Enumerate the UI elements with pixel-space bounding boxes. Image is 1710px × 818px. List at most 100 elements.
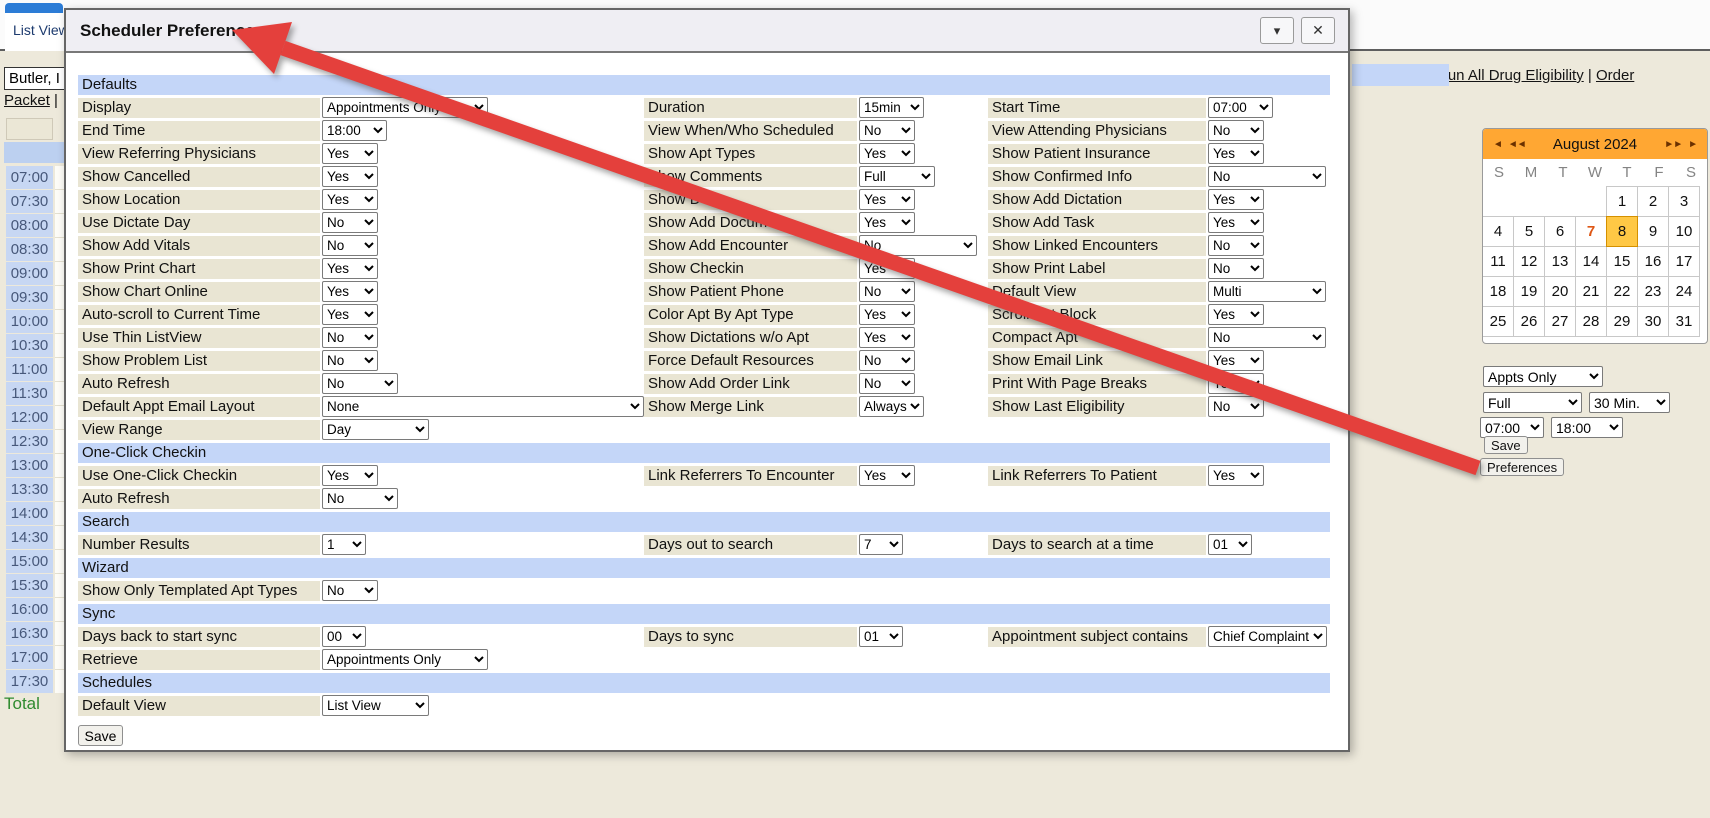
calendar-day-2[interactable]: 2 <box>1637 186 1669 217</box>
show-add-vitals-select[interactable]: No <box>322 235 378 256</box>
calendar-day-23[interactable]: 23 <box>1637 276 1669 307</box>
end-time-select[interactable]: 18:00 <box>1551 417 1623 438</box>
calendar-next-fast-icon[interactable]: ►► <box>1661 139 1685 150</box>
start-time-select[interactable]: 07:00 <box>1208 97 1273 118</box>
show-print-label-select[interactable]: No <box>1208 258 1264 279</box>
calendar-day-5[interactable]: 5 <box>1513 216 1545 247</box>
calendar-day-1[interactable]: 1 <box>1606 186 1638 217</box>
panel-save-button[interactable]: Save <box>1484 436 1528 454</box>
display-mode-select[interactable]: Full <box>1483 392 1582 413</box>
default-appt-email-layout-select[interactable]: None <box>322 396 644 417</box>
show-patient-insurance-select[interactable]: Yes <box>1208 143 1264 164</box>
show-dictations-w-o-apt-select[interactable]: Yes <box>859 327 915 348</box>
appointment-subject-contains-select[interactable]: Chief Complaint <box>1208 626 1327 647</box>
view-attending-physicians-select[interactable]: No <box>1208 120 1264 141</box>
calendar-day-18[interactable]: 18 <box>1482 276 1514 307</box>
calendar-day-3[interactable]: 3 <box>1668 186 1700 217</box>
show-last-eligibility-select[interactable]: No <box>1208 396 1264 417</box>
show-patient-phone-select[interactable]: No <box>859 281 915 302</box>
days-to-search-at-a-time-select[interactable]: 01 <box>1208 534 1252 555</box>
calendar-day-30[interactable]: 30 <box>1637 306 1669 337</box>
collapse-chevron-icon[interactable]: ▾ <box>1260 17 1294 44</box>
show-add-dictation-select[interactable]: Yes <box>1208 189 1264 210</box>
calendar-day-7[interactable]: 7 <box>1575 216 1607 247</box>
show-confirmed-info-select[interactable]: No <box>1208 166 1326 187</box>
packet-link[interactable]: Packet <box>4 92 50 109</box>
days-to-sync-select[interactable]: 01 <box>859 626 903 647</box>
calendar-prev-icon[interactable]: ◄ <box>1490 139 1505 150</box>
start-time-select[interactable]: 07:00 <box>1480 417 1544 438</box>
print-with-page-breaks-select[interactable]: Yes <box>1208 373 1264 394</box>
calendar-day-31[interactable]: 31 <box>1668 306 1700 337</box>
calendar-day-4[interactable]: 4 <box>1482 216 1514 247</box>
calendar-day-27[interactable]: 27 <box>1544 306 1576 337</box>
show-merge-link-select[interactable]: Always <box>859 396 924 417</box>
calendar-day-16[interactable]: 16 <box>1637 246 1669 277</box>
calendar-day-14[interactable]: 14 <box>1575 246 1607 277</box>
preferences-button[interactable]: Preferences <box>1480 458 1564 476</box>
run-all-drug-eligibility-link[interactable]: Run All Drug Eligibility <box>1437 67 1584 84</box>
calendar-day-20[interactable]: 20 <box>1544 276 1576 307</box>
show-only-templated-apt-types-select[interactable]: No <box>322 580 378 601</box>
days-back-to-start-sync-select[interactable]: 00 <box>322 626 366 647</box>
show-print-chart-select[interactable]: Yes <box>322 258 378 279</box>
default-view-select[interactable]: Multi <box>1208 281 1326 302</box>
end-time-select[interactable]: 18:00 <box>322 120 387 141</box>
calendar-day-29[interactable]: 29 <box>1606 306 1638 337</box>
calendar-day-10[interactable]: 10 <box>1668 216 1700 247</box>
display-select[interactable]: Appointments Only <box>322 97 488 118</box>
use-thin-listview-select[interactable]: No <box>322 327 378 348</box>
auto-refresh-select[interactable]: No <box>322 373 398 394</box>
show-apt-types-select[interactable]: Yes <box>859 143 915 164</box>
show-dob-select[interactable]: Yes <box>859 189 915 210</box>
calendar-day-17[interactable]: 17 <box>1668 246 1700 277</box>
calendar-day-13[interactable]: 13 <box>1544 246 1576 277</box>
appts-filter-select[interactable]: Appts Only <box>1483 366 1603 387</box>
calendar-day-8[interactable]: 8 <box>1606 216 1638 247</box>
interval-select[interactable]: 30 Min. <box>1589 392 1670 413</box>
calendar-day-19[interactable]: 19 <box>1513 276 1545 307</box>
auto-scroll-to-current-time-select[interactable]: Yes <box>322 304 378 325</box>
use-dictate-day-select[interactable]: No <box>322 212 378 233</box>
dialog-save-button[interactable]: Save <box>78 725 123 746</box>
link-referrers-to-patient-select[interactable]: Yes <box>1208 465 1264 486</box>
days-out-to-search-select[interactable]: 7 <box>859 534 903 555</box>
calendar-day-28[interactable]: 28 <box>1575 306 1607 337</box>
order-link[interactable]: Order <box>1596 67 1634 84</box>
duration-select[interactable]: 15min <box>859 97 924 118</box>
calendar-day-12[interactable]: 12 <box>1513 246 1545 277</box>
view-when-who-scheduled-select[interactable]: No <box>859 120 915 141</box>
calendar-day-25[interactable]: 25 <box>1482 306 1514 337</box>
calendar-day-9[interactable]: 9 <box>1637 216 1669 247</box>
show-comments-select[interactable]: Full <box>859 166 935 187</box>
show-add-document-select[interactable]: Yes <box>859 212 915 233</box>
auto-refresh-select[interactable]: No <box>322 488 398 509</box>
calendar-day-15[interactable]: 15 <box>1606 246 1638 277</box>
calendar-day-11[interactable]: 11 <box>1482 246 1514 277</box>
show-add-encounter-select[interactable]: No <box>859 235 977 256</box>
show-checkin-select[interactable]: Yes <box>859 258 915 279</box>
calendar-day-22[interactable]: 22 <box>1606 276 1638 307</box>
force-default-resources-select[interactable]: No <box>859 350 915 371</box>
view-range-select[interactable]: Day <box>322 419 429 440</box>
default-view-select[interactable]: List View <box>322 695 429 716</box>
use-one-click-checkin-select[interactable]: Yes <box>322 465 378 486</box>
show-add-task-select[interactable]: Yes <box>1208 212 1264 233</box>
show-location-select[interactable]: Yes <box>322 189 378 210</box>
show-linked-encounters-select[interactable]: No <box>1208 235 1264 256</box>
compact-apt-select[interactable]: No <box>1208 327 1326 348</box>
calendar-prev-fast-icon[interactable]: ◄◄ <box>1505 139 1529 150</box>
link-referrers-to-encounter-select[interactable]: Yes <box>859 465 915 486</box>
calendar-next-icon[interactable]: ► <box>1685 139 1700 150</box>
retrieve-select[interactable]: Appointments Only <box>322 649 488 670</box>
number-results-select[interactable]: 1 <box>322 534 366 555</box>
show-add-order-link-select[interactable]: No <box>859 373 915 394</box>
close-icon[interactable]: ✕ <box>1301 17 1335 44</box>
calendar-day-24[interactable]: 24 <box>1668 276 1700 307</box>
show-email-link-select[interactable]: Yes <box>1208 350 1264 371</box>
calendar-day-21[interactable]: 21 <box>1575 276 1607 307</box>
calendar-day-6[interactable]: 6 <box>1544 216 1576 247</box>
view-referring-physicians-select[interactable]: Yes <box>322 143 378 164</box>
calendar-day-26[interactable]: 26 <box>1513 306 1545 337</box>
show-chart-online-select[interactable]: Yes <box>322 281 378 302</box>
